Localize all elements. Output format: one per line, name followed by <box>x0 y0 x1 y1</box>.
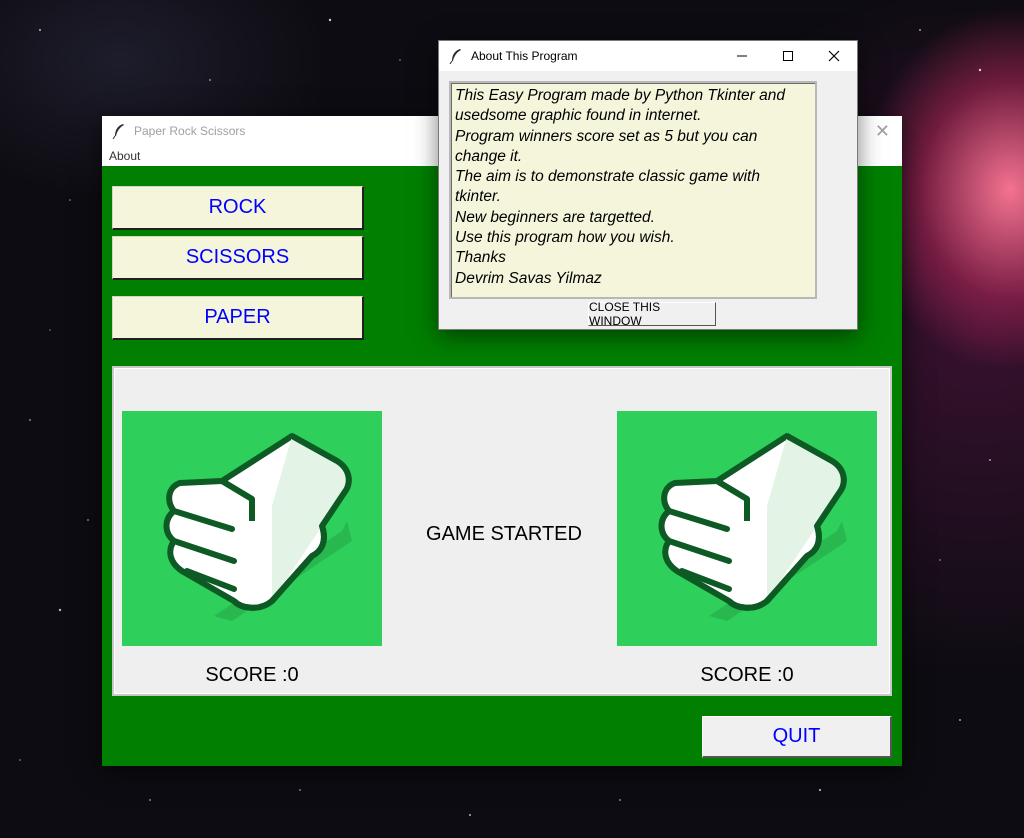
quit-button[interactable]: QUIT <box>702 716 892 758</box>
rock-fist-icon <box>658 433 847 621</box>
rock-button[interactable]: ROCK <box>112 186 364 230</box>
minimize-icon <box>737 55 747 57</box>
computer-hand-image <box>617 411 877 646</box>
paper-button[interactable]: PAPER <box>112 296 364 340</box>
about-line: usedsome graphic found in internet. <box>455 107 702 125</box>
feather-icon <box>449 49 461 64</box>
about-line: This Easy Program made by Python Tkinter… <box>455 87 785 104</box>
minimize-button[interactable] <box>719 41 765 71</box>
about-line: tkinter. <box>455 188 501 206</box>
main-close-icon[interactable]: ✕ <box>875 121 890 142</box>
game-status: GAME STARTED <box>426 523 582 545</box>
scissors-button[interactable]: SCISSORS <box>112 236 364 280</box>
about-line: Program winners score set as 5 but you c… <box>455 127 758 145</box>
main-window-title: Paper Rock Scissors <box>134 124 246 138</box>
computer-score: SCORE :0 <box>700 664 794 686</box>
maximize-button[interactable] <box>765 41 811 71</box>
menu-about[interactable]: About <box>109 149 140 163</box>
game-panel: SCORE :0 GAME STARTED SCORE :0 <box>112 366 892 696</box>
player-score: SCORE :0 <box>205 664 299 686</box>
about-line: Use this program how you wish. <box>455 229 675 247</box>
about-line: Devrim Savas Yilmaz <box>455 269 602 287</box>
close-button[interactable] <box>811 41 857 71</box>
maximize-icon <box>783 51 793 61</box>
about-line: New beginners are targetted. <box>455 208 655 226</box>
rock-fist-icon <box>163 433 352 621</box>
player-hand-image <box>122 411 382 646</box>
feather-icon <box>112 124 124 139</box>
about-window: About This Program This Easy Program mad… <box>438 40 858 330</box>
close-icon <box>828 50 840 62</box>
about-line: Thanks <box>455 249 506 267</box>
about-line: change it. <box>455 147 523 165</box>
about-window-title: About This Program <box>471 49 578 63</box>
close-this-window-button[interactable]: CLOSE THIS WINDOW <box>588 300 716 328</box>
about-line: The aim is to demonstrate classic game w… <box>455 168 760 186</box>
about-titlebar[interactable]: About This Program <box>439 41 857 71</box>
about-text-box[interactable]: This Easy Program made by Python Tkinter… <box>449 81 817 299</box>
